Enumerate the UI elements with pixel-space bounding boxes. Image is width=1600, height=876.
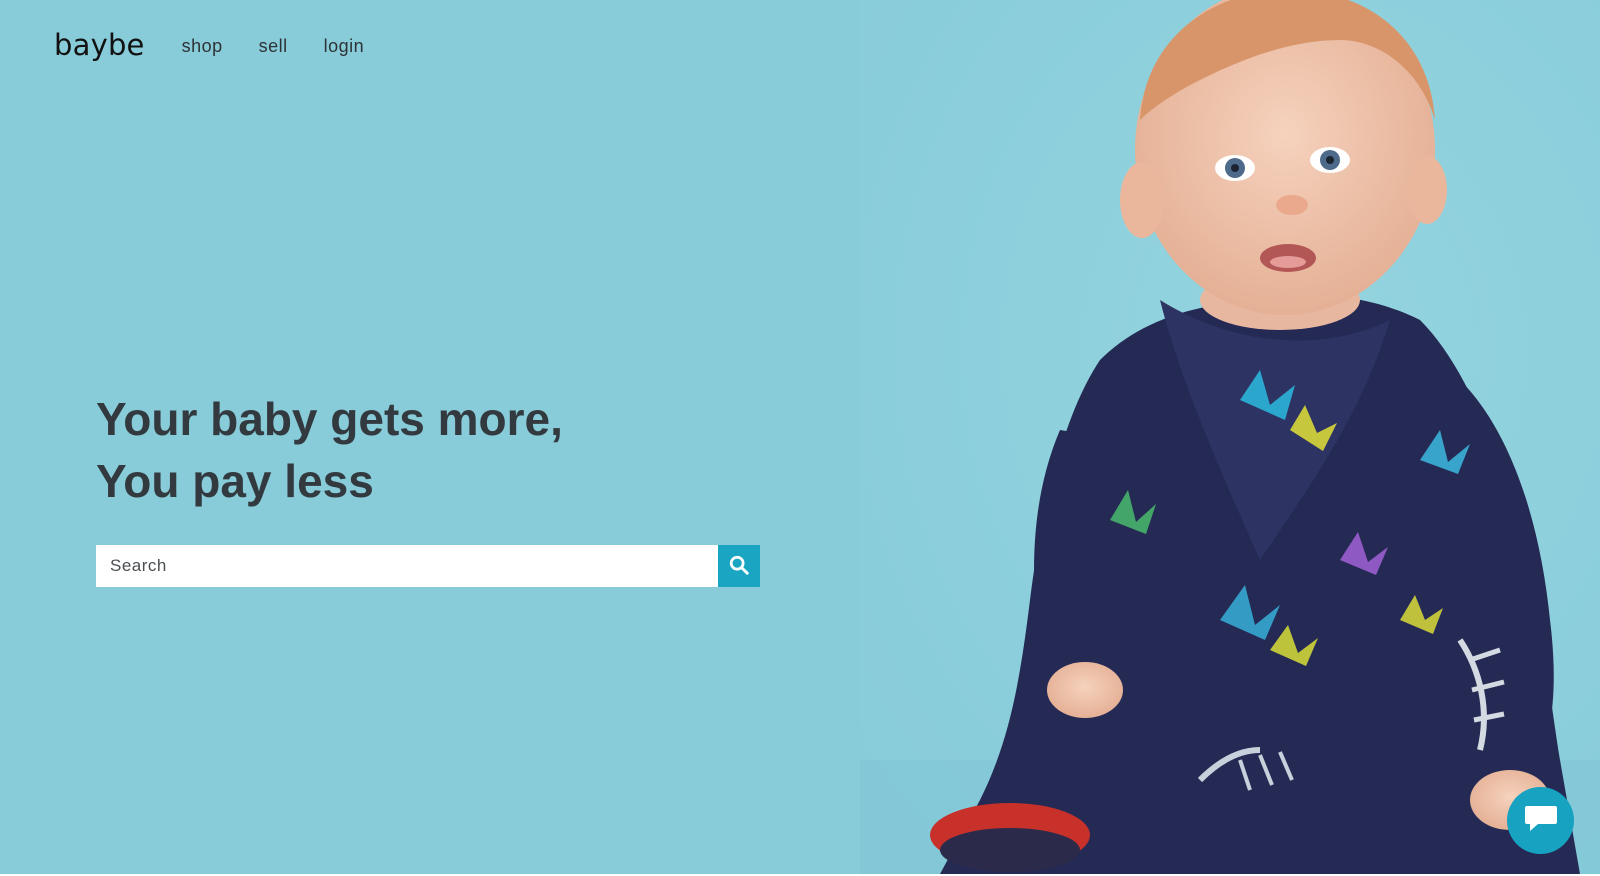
hero-headline-line-2: You pay less bbox=[96, 455, 374, 507]
chat-widget-button[interactable] bbox=[1507, 787, 1574, 854]
nav-link-login[interactable]: login bbox=[324, 36, 365, 57]
hero-headline: Your baby gets more, You pay less bbox=[96, 388, 563, 512]
search-button[interactable] bbox=[718, 545, 760, 587]
nav-link-shop[interactable]: shop bbox=[182, 36, 223, 57]
nav-link-sell[interactable]: sell bbox=[259, 36, 288, 57]
search-input[interactable] bbox=[96, 545, 718, 587]
hero-image bbox=[860, 0, 1600, 874]
baby-illustration bbox=[860, 0, 1600, 874]
hero-headline-line-1: Your baby gets more, bbox=[96, 393, 563, 445]
brand-logo[interactable]: baybe bbox=[54, 28, 145, 62]
search-icon bbox=[728, 554, 750, 579]
chat-bubble-icon bbox=[1524, 804, 1558, 838]
search-form bbox=[96, 545, 760, 587]
top-nav: baybe shop sell login bbox=[54, 22, 400, 68]
